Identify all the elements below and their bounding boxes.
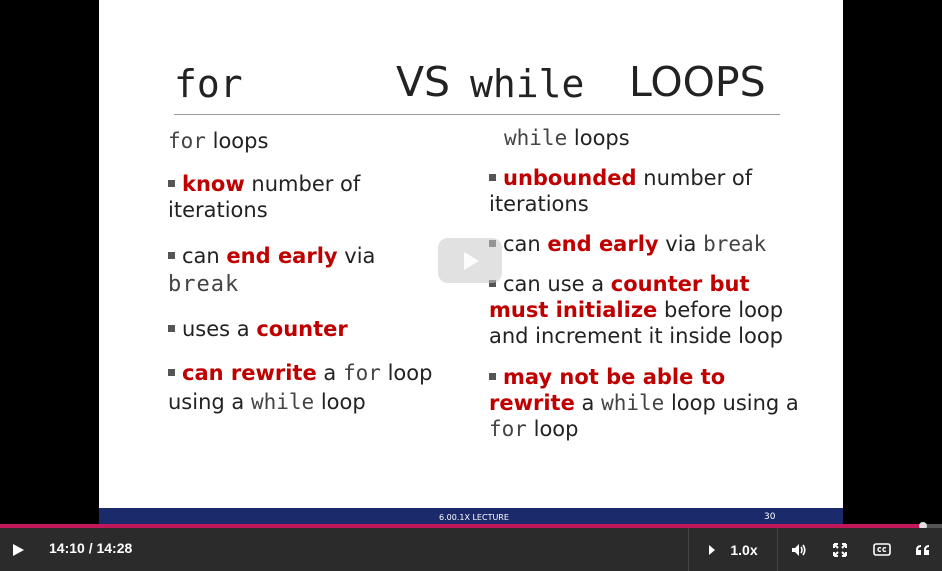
controls-divider <box>777 528 778 571</box>
fullscreen-button[interactable] <box>826 528 854 571</box>
closed-captions-button[interactable] <box>868 528 896 571</box>
playback-speed-button[interactable]: 1.0x <box>690 528 776 571</box>
playback-speed-label: 1.0x <box>730 541 758 558</box>
video-play-overlay-button[interactable] <box>438 238 502 283</box>
lecture-slide[interactable]: for VS while LOOPS for loops know number… <box>99 0 843 526</box>
time-display: 14:10 / 14:28 <box>49 540 133 556</box>
fullscreen-icon <box>833 542 847 557</box>
bullet-marker <box>489 174 496 181</box>
right-bullet-4: may not be able to rewrite a while loop … <box>489 365 799 441</box>
footer-lecture-label: 6.00.1X LECTURE <box>439 513 509 522</box>
play-button[interactable] <box>0 528 36 571</box>
volume-icon <box>792 543 806 556</box>
bullet-marker <box>489 373 496 380</box>
transcript-icon <box>915 544 929 555</box>
right-bullet-3: can use a counter but must initialize be… <box>489 272 784 348</box>
play-overlay-icon <box>464 252 479 270</box>
play-icon <box>13 543 24 556</box>
right-bullet-2: can end early via break <box>489 231 789 257</box>
transcript-button[interactable] <box>908 528 936 571</box>
right-bullet-1: unbounded number of iterations <box>489 166 753 216</box>
controls-divider <box>688 528 689 571</box>
speed-arrow-icon <box>709 544 716 555</box>
volume-button[interactable] <box>785 528 813 571</box>
right-column-header: while loops <box>504 126 630 150</box>
video-controls: 14:10 / 14:28 1.0x <box>0 528 942 571</box>
closed-captions-icon <box>873 543 891 556</box>
footer-page-number: 30 <box>764 512 776 522</box>
